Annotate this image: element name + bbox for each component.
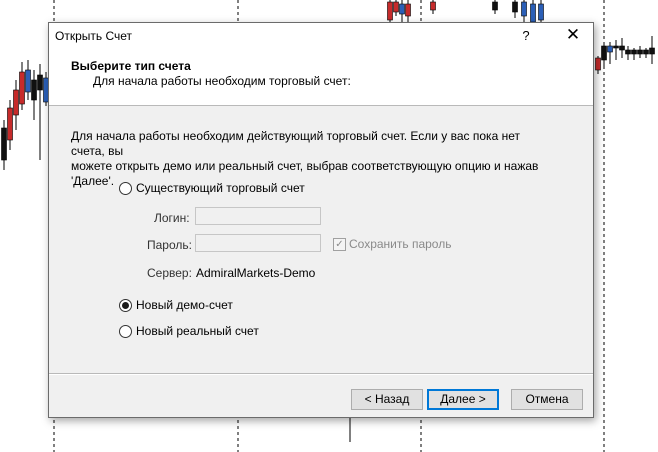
candle-body xyxy=(492,1,498,11)
radio-button[interactable] xyxy=(119,181,132,195)
save-password-checkbox[interactable]: ✓ Сохранить пароль xyxy=(333,237,451,251)
candle-body xyxy=(521,1,527,17)
candle-body xyxy=(619,45,625,51)
radio-label: Новый демо-счет xyxy=(136,298,233,312)
candle-body xyxy=(7,107,13,141)
candle-body xyxy=(601,45,607,61)
radio-demo-account[interactable]: Новый демо-счет xyxy=(119,298,233,312)
next-button[interactable]: Далее > xyxy=(427,389,499,410)
radio-real-account[interactable]: Новый реальный счет xyxy=(119,324,259,338)
candle-body xyxy=(31,79,37,101)
radio-dot xyxy=(122,301,129,309)
login-field[interactable] xyxy=(195,207,321,225)
close-icon[interactable]: ✕ xyxy=(559,25,587,47)
dialog-titlebar[interactable]: Открыть Счет ? ✕ xyxy=(49,23,593,49)
help-icon[interactable]: ? xyxy=(515,25,537,47)
candle-body xyxy=(399,3,405,15)
wizard-header: Выберите тип счета Для начала работы нео… xyxy=(49,49,593,106)
radio-label: Новый реальный счет xyxy=(136,324,259,338)
candle-body xyxy=(538,3,544,21)
wizard-step-subtitle: Для начала работы необходим торговый сче… xyxy=(93,74,351,88)
candle-body xyxy=(13,89,19,116)
footer-divider xyxy=(49,373,593,375)
open-account-dialog: Открыть Счет ? ✕ Выберите тип счета Для … xyxy=(48,22,594,418)
save-password-label: Сохранить пароль xyxy=(349,237,452,251)
password-label: Пароль: xyxy=(147,238,192,252)
candle-body xyxy=(1,127,7,161)
intro-line: Для начала работы необходим действующий … xyxy=(71,129,520,158)
candle-body xyxy=(25,69,31,93)
dialog-title: Открыть Счет xyxy=(55,29,133,43)
candle-body xyxy=(19,71,25,105)
candle-body xyxy=(637,49,643,55)
candle-body xyxy=(393,1,399,13)
candle-body xyxy=(530,3,536,23)
candle-body xyxy=(512,1,518,13)
wizard-step-title: Выберите тип счета xyxy=(71,59,191,73)
cancel-button[interactable]: Отмена xyxy=(511,389,583,410)
candle-body xyxy=(37,74,43,91)
radio-label: Существующий торговый счет xyxy=(136,181,305,195)
radio-existing-account[interactable]: Существующий торговый счет xyxy=(119,181,305,195)
candle-body xyxy=(613,45,619,49)
radio-button[interactable] xyxy=(119,298,132,312)
password-field[interactable] xyxy=(195,234,321,252)
candle-body xyxy=(387,1,393,21)
candle-body xyxy=(595,57,601,71)
candle-body xyxy=(631,49,637,55)
candle-body xyxy=(625,49,631,55)
server-value: AdmiralMarkets-Demo xyxy=(196,266,316,280)
candle-body xyxy=(607,45,613,53)
radio-button[interactable] xyxy=(119,324,132,338)
server-label: Сервер: xyxy=(147,266,192,280)
candle-body xyxy=(430,1,436,11)
candle-body xyxy=(649,47,655,55)
login-label: Логин: xyxy=(154,211,190,225)
candle-body xyxy=(405,3,411,17)
back-button[interactable]: < Назад xyxy=(351,389,423,410)
candle-body xyxy=(643,49,649,55)
checkmark-icon[interactable]: ✓ xyxy=(333,237,346,251)
intro-text: Для начала работы необходим действующий … xyxy=(71,129,551,189)
